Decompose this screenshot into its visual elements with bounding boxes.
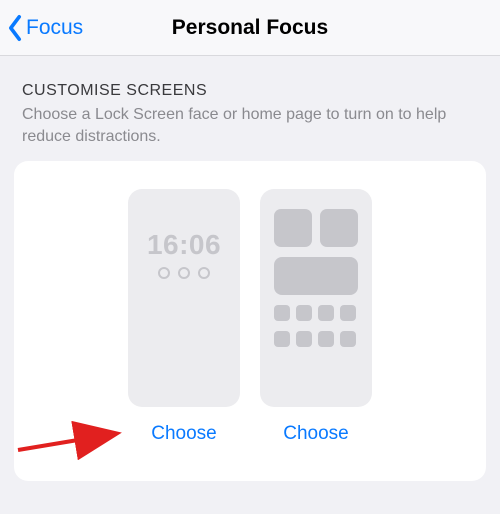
home-screen-preview[interactable]: [260, 189, 372, 407]
home-screen-column: Choose: [260, 189, 372, 445]
lock-screen-time: 16:06: [128, 229, 240, 261]
chevron-left-icon: [6, 14, 24, 42]
screen-previews: 16:06 Choose Choose: [38, 189, 462, 445]
screens-card: 16:06 Choose Choose: [14, 161, 486, 481]
section-description: Choose a Lock Screen face or home page t…: [22, 104, 478, 147]
navigation-bar: Focus Personal Focus: [0, 0, 500, 56]
lock-screen-widgets-icon: [128, 267, 240, 279]
back-label: Focus: [26, 16, 83, 40]
section-customise-screens: CUSTOMISE SCREENS Choose a Lock Screen f…: [0, 56, 500, 147]
lock-screen-choose-button[interactable]: Choose: [151, 423, 217, 445]
lock-screen-column: 16:06 Choose: [128, 189, 240, 445]
section-header: CUSTOMISE SCREENS: [22, 82, 478, 100]
page-title: Personal Focus: [172, 16, 328, 40]
home-screen-layout-icon: [274, 209, 358, 389]
back-button[interactable]: Focus: [6, 0, 83, 56]
lock-screen-preview[interactable]: 16:06: [128, 189, 240, 407]
home-screen-choose-button[interactable]: Choose: [283, 423, 349, 445]
